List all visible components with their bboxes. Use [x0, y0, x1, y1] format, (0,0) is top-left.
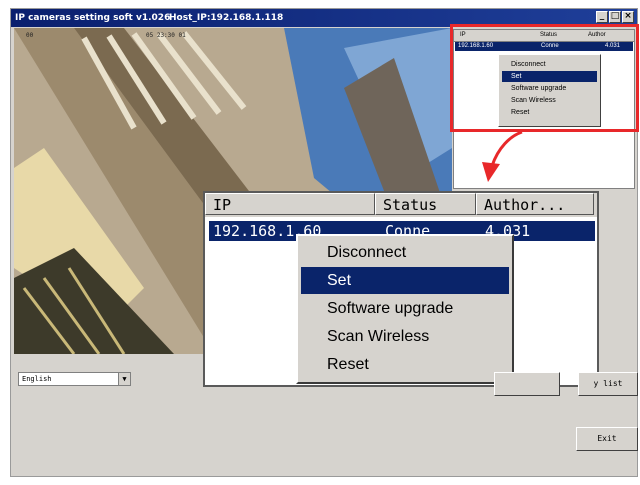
context-menu-zoom: Disconnect Set Software upgrade Scan Wir…: [296, 234, 514, 384]
zoom-list-header: IP Status Author...: [205, 193, 597, 217]
language-select[interactable]: English ▼: [18, 372, 131, 386]
callout-box: [450, 24, 639, 132]
hidden-button[interactable]: [494, 372, 560, 396]
zoom-menu-disconnect[interactable]: Disconnect: [327, 240, 406, 266]
minimize-button[interactable]: _: [596, 11, 608, 23]
zoom-menu-scan-wireless[interactable]: Scan Wireless: [327, 324, 429, 350]
callout-arrow-icon: [482, 130, 523, 182]
window-controls: _ □ ×: [596, 11, 634, 23]
osd-timestamp: 05 23:30 01: [146, 32, 186, 39]
zoom-col-status[interactable]: Status: [375, 193, 476, 215]
zoom-menu-reset[interactable]: Reset: [327, 352, 369, 378]
zoom-menu-software-upgrade[interactable]: Software upgrade: [327, 296, 453, 322]
exit-button[interactable]: Exit: [576, 427, 638, 451]
language-value: English: [22, 375, 52, 383]
chevron-down-icon[interactable]: ▼: [118, 373, 130, 385]
zoom-col-ip[interactable]: IP: [205, 193, 375, 215]
zoom-col-author[interactable]: Author...: [476, 193, 594, 215]
app-title: IP cameras setting soft v1.026: [15, 13, 171, 23]
refresh-list-button[interactable]: y list: [578, 372, 638, 396]
osd-left: 00: [26, 32, 34, 39]
close-button[interactable]: ×: [622, 11, 634, 23]
zoom-menu-set[interactable]: Set: [327, 268, 351, 294]
maximize-button[interactable]: □: [609, 11, 621, 23]
host-ip: Host_IP:192.168.1.118: [169, 13, 284, 23]
